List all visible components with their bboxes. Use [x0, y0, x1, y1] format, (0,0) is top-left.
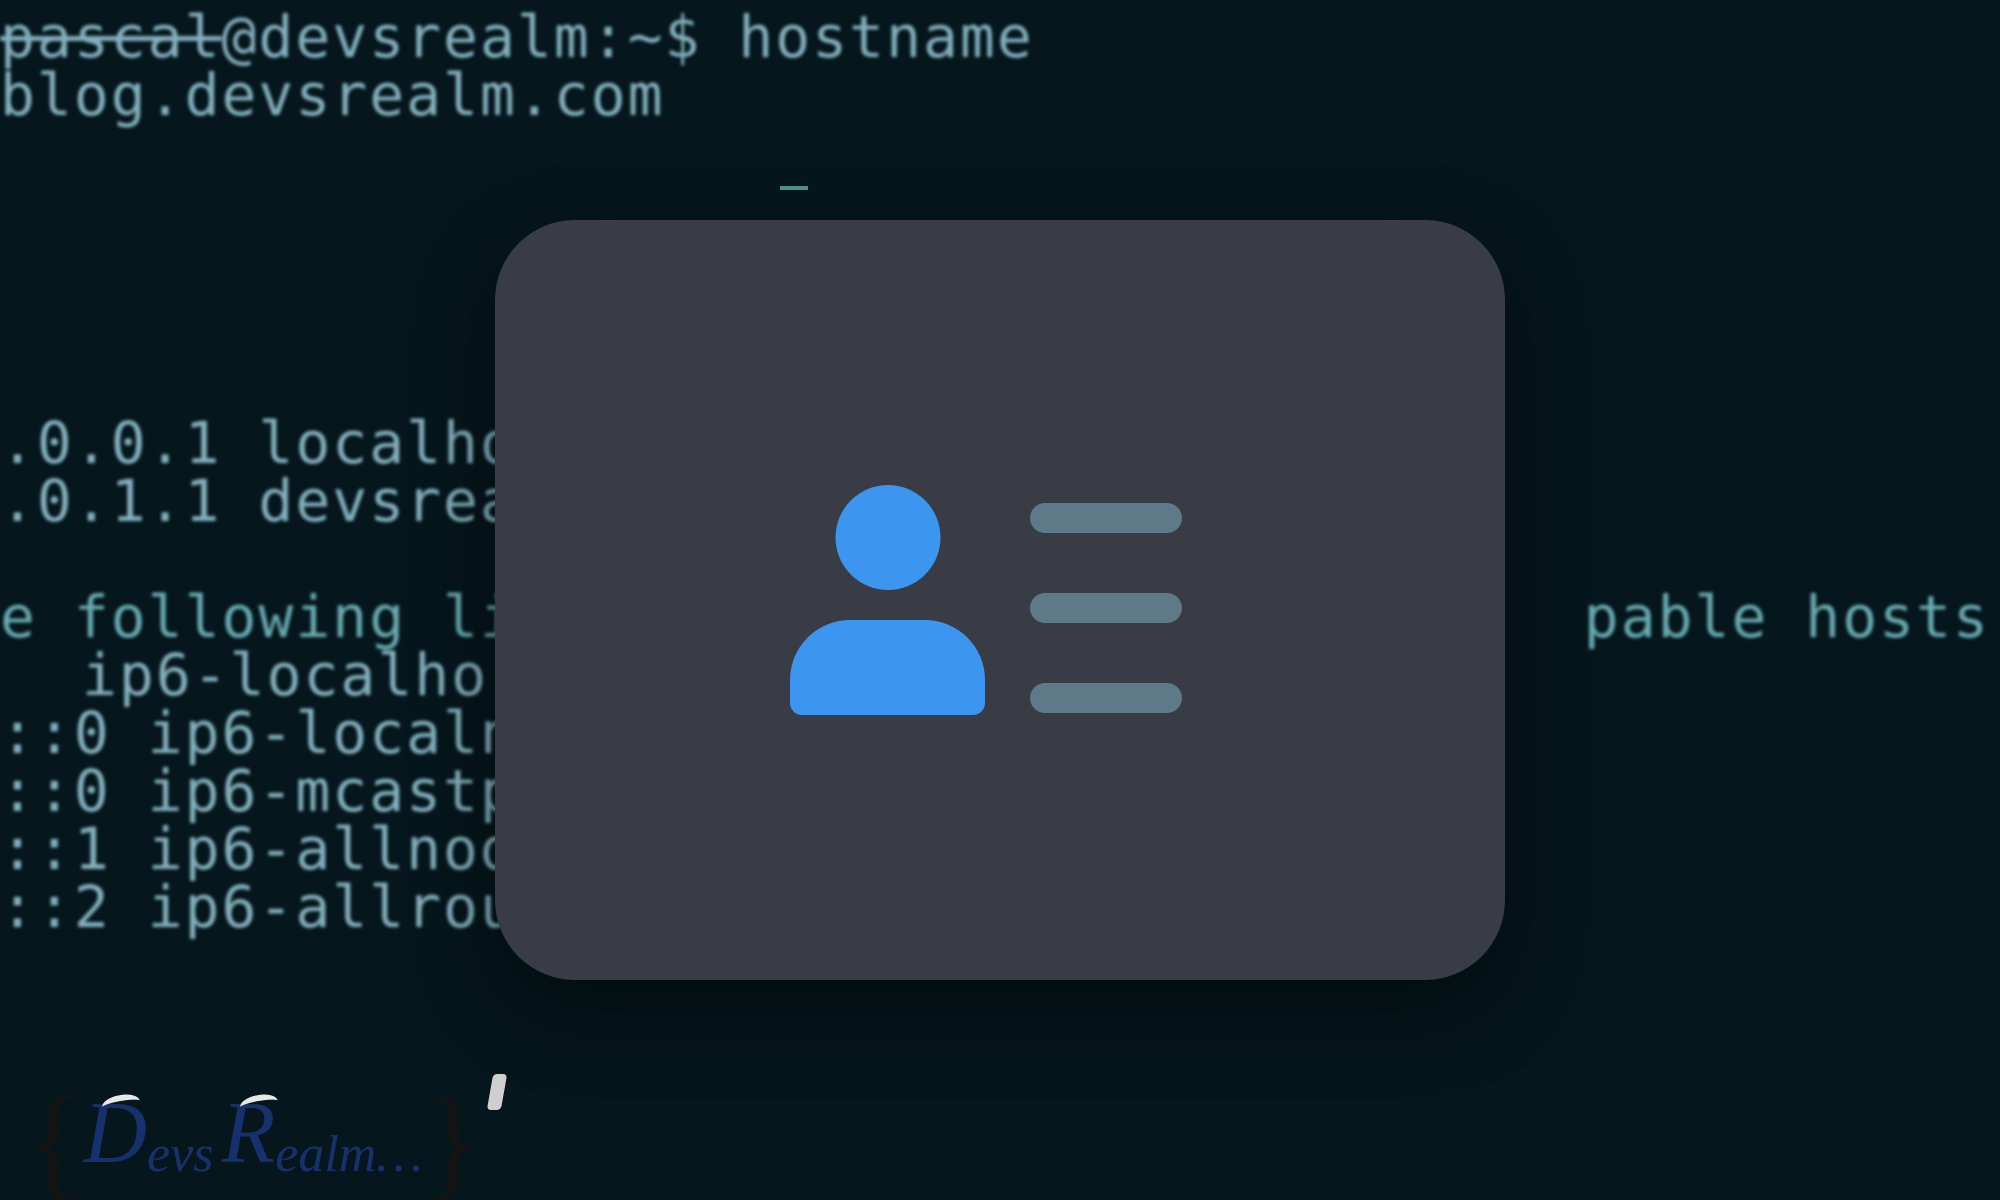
logo-r: R [222, 1083, 276, 1184]
command: hostname [738, 8, 1033, 71]
stage: pascal@devsrealm:~$ hostname blog.devsre… [0, 0, 2000, 1200]
logo-d: D [84, 1083, 148, 1184]
devsrealm-logo: { Devs Realm… } [24, 1083, 482, 1184]
logo-ealm: ealm [275, 1125, 376, 1184]
person-icon [790, 485, 985, 715]
user-card-icon [790, 485, 1210, 715]
cursor-icon [780, 186, 808, 190]
hosts-comment-tail: pable hosts [1584, 583, 1990, 651]
command-output: blog.devsrealm.com [0, 61, 665, 129]
logo-dots: … [376, 1125, 422, 1184]
brace-open-icon: { [24, 1100, 84, 1184]
logo-evs: evs [147, 1125, 213, 1184]
brace-close-icon: } [423, 1100, 483, 1184]
list-lines-icon [1030, 503, 1182, 713]
hosts-line: ::2 ip6-allrout [0, 873, 554, 941]
foreground-card [495, 220, 1505, 980]
